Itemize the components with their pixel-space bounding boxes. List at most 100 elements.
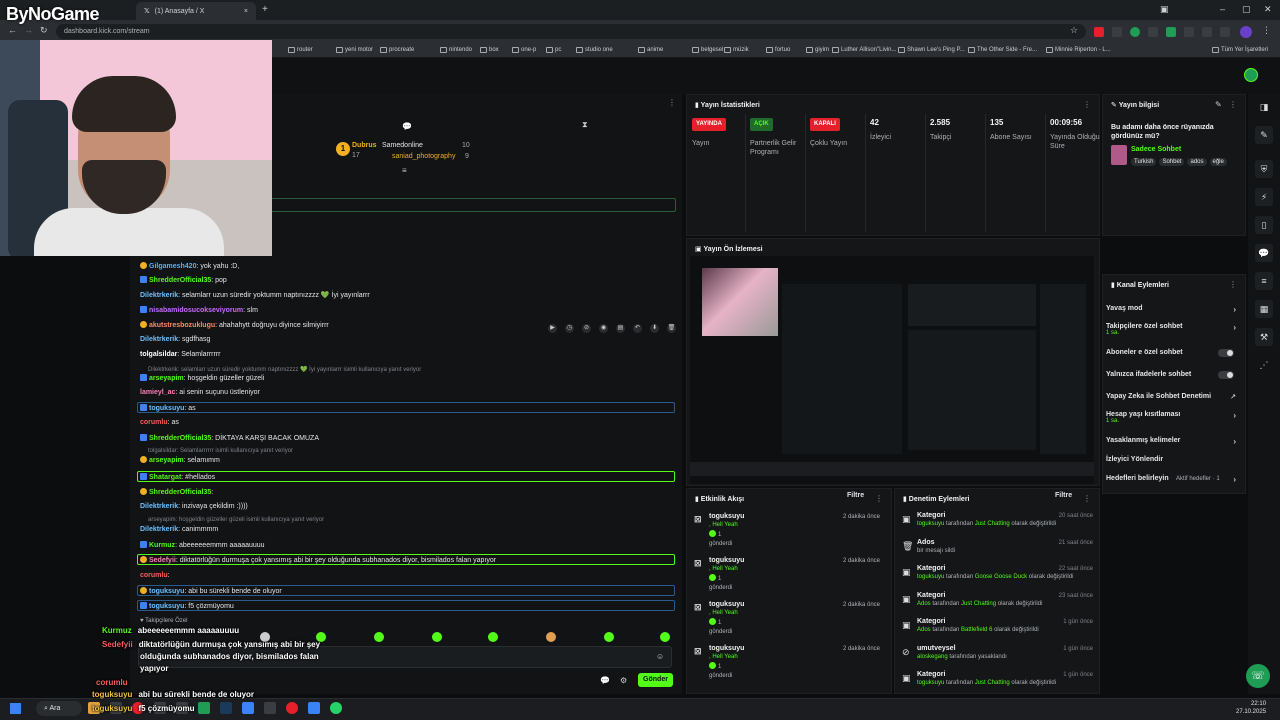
extensions-puzzle-icon[interactable]: [1202, 27, 1212, 37]
chat-message[interactable]: tolgalsildar: Selamlarrrrrr: [140, 351, 221, 358]
chat-settings-icon[interactable]: 💬: [600, 676, 610, 685]
bookmark-item[interactable]: belgesel: [692, 44, 723, 56]
chat-username[interactable]: toguksuyu: [149, 588, 184, 595]
chat-message[interactable]: Dilektrkerik: canimmmm: [140, 526, 218, 533]
channel-action-item[interactable]: Yapay Zeka ile Sohbet Denetimi ↗: [1106, 393, 1240, 401]
emote-icon[interactable]: [604, 632, 614, 642]
chat-message[interactable]: ShredderOfficial35:: [140, 488, 213, 496]
moderation-item[interactable]: Kategori Ados tarafından Battlefield 6 ol…: [917, 618, 1093, 634]
tag[interactable]: Turkish: [1131, 158, 1157, 166]
menu-icon[interactable]: ⋮: [1262, 25, 1271, 36]
activity-user[interactable]: toguksuyu: [709, 512, 744, 521]
chevron-right-icon[interactable]: ›: [1233, 323, 1236, 332]
channel-action-item[interactable]: Hesap yaşı kısıtlaması 1 sa. ›: [1106, 411, 1240, 424]
chat-username[interactable]: Dilektrkerik: [140, 526, 178, 533]
chat-message[interactable]: Dilektrkerik: inzivaya çekildim :)))): [140, 503, 248, 510]
chat-message[interactable]: Dilektrkerik: sgdfhasg: [140, 336, 210, 343]
close-window-icon[interactable]: ✕: [1264, 4, 1272, 15]
donor-name[interactable]: Dubrus: [352, 142, 377, 149]
panel-menu-icon[interactable]: ⋮: [1229, 100, 1237, 109]
chevron-right-icon[interactable]: ›: [1233, 437, 1236, 446]
chat-username[interactable]: arseyapim: [149, 457, 184, 464]
chevron-right-icon[interactable]: ›: [1233, 305, 1236, 314]
chat-message[interactable]: Gilgamesh420: yok yahu :D,: [140, 262, 239, 270]
browser-tab-x[interactable]: 𝕏 (1) Anasayfa / X ×: [136, 2, 256, 20]
chat-message[interactable]: toguksuyu: f5 çözmüyomu: [140, 602, 234, 610]
bookmark-item[interactable]: giyim: [806, 44, 829, 56]
bookmark-item[interactable]: one-p: [512, 44, 536, 56]
channel-action-item[interactable]: Yavaş mod ›: [1106, 305, 1240, 314]
external-link-icon[interactable]: ↗: [1230, 393, 1236, 401]
bookmark-item[interactable]: procreate: [380, 44, 414, 56]
forward-icon[interactable]: →: [24, 25, 33, 35]
chat-menu-icon[interactable]: ⋮: [668, 98, 676, 107]
emote-icon[interactable]: [374, 632, 384, 642]
emote-icon[interactable]: [660, 632, 670, 642]
mod-target[interactable]: Goose Goose Duck: [975, 574, 1027, 580]
bookmark-item[interactable]: The Other Side - Fre...: [968, 44, 1037, 56]
moderation-item[interactable]: Kategori toguksuyu tarafından Just Chatti…: [917, 512, 1093, 528]
emote-icon[interactable]: [488, 632, 498, 642]
bookmark-item[interactable]: yeni motor: [336, 44, 373, 56]
timer-icon[interactable]: ⧗: [582, 120, 588, 130]
mod-target[interactable]: Battlefield 6: [961, 627, 992, 633]
tag[interactable]: ados: [1187, 158, 1207, 166]
trash-icon[interactable]: ▯: [1255, 216, 1273, 234]
toggle-switch[interactable]: [1218, 371, 1234, 379]
clock[interactable]: 22:10 27.10.2025: [1236, 700, 1266, 716]
chat-username[interactable]: akutstresbozuklugu: [149, 322, 215, 329]
mod-target[interactable]: Just Chatting: [961, 601, 996, 607]
support-chat-button[interactable]: ☏: [1246, 664, 1270, 688]
chat-username[interactable]: toguksuyu: [149, 405, 184, 412]
all-bookmarks[interactable]: Tüm Yer İşaretleri: [1212, 44, 1268, 56]
emote-icon[interactable]: [432, 632, 442, 642]
activity-user[interactable]: toguksuyu: [709, 644, 744, 653]
preview-video[interactable]: [690, 256, 1094, 484]
obs-icon[interactable]: [286, 702, 298, 714]
channel-action-item[interactable]: Yasaklanmış kelimeler ›: [1106, 437, 1240, 446]
chat-message[interactable]: Dilektrkerik: selamlarr uzun süredir yok…: [140, 291, 370, 299]
user-avatar[interactable]: [1244, 68, 1258, 82]
filter-button[interactable]: Filtre: [847, 492, 864, 499]
send-button[interactable]: Gönder: [638, 673, 673, 687]
panel-menu-icon[interactable]: ⋮: [875, 494, 883, 503]
chat-username[interactable]: Shatargat: [149, 474, 181, 481]
profile-icon[interactable]: ▣: [1160, 4, 1169, 15]
pin-icon[interactable]: ⬇: [650, 323, 659, 333]
chat-username[interactable]: Sedefyii: [149, 557, 176, 564]
bookmark-item[interactable]: studio one: [576, 44, 613, 56]
edit-icon[interactable]: ✎: [1215, 100, 1222, 109]
mod-actor[interactable]: toguksuyu: [917, 680, 944, 686]
bookmark-item[interactable]: müzik: [724, 44, 749, 56]
app-icon[interactable]: [264, 702, 276, 714]
tag[interactable]: Sohbet: [1159, 158, 1185, 166]
moderation-item[interactable]: Kategori toguksuyu tarafından Goose Goose…: [917, 565, 1093, 581]
chat-message[interactable]: toguksuyu: abi bu sürekli bende de oluyo…: [140, 587, 282, 595]
pin-icon[interactable]: ◉: [599, 323, 608, 333]
sidebar-icon[interactable]: [1220, 27, 1230, 37]
timeout-icon[interactable]: ◷: [565, 323, 574, 333]
chat-username[interactable]: corumlu: [140, 419, 168, 426]
chat-message[interactable]: arseyapim: hoşgeldin güzeller güzeli: [140, 374, 264, 382]
play-icon[interactable]: ▶: [548, 323, 557, 333]
chat-username[interactable]: ShredderOfficial35: [149, 489, 211, 496]
chat-message[interactable]: Kurmuz: abeeeeeemmm aaaaauuuu: [140, 541, 265, 549]
chat-message[interactable]: corumlu:: [140, 572, 170, 579]
chat-username[interactable]: toguksuyu: [149, 603, 184, 610]
chevron-right-icon[interactable]: ›: [1233, 475, 1236, 484]
app-icon[interactable]: [308, 702, 320, 714]
bookmark-item[interactable]: pc: [546, 44, 561, 56]
activity-user[interactable]: toguksuyu: [709, 556, 744, 565]
wrench-icon[interactable]: ⚒: [1255, 328, 1273, 346]
emote-icon[interactable]: [546, 632, 556, 642]
chat-message[interactable]: corumlu: as: [140, 419, 179, 426]
expand-icon[interactable]: ◨: [1255, 98, 1273, 116]
moderation-item[interactable]: Kategori Ados tarafından Just Chatting ol…: [917, 592, 1093, 608]
new-tab-icon[interactable]: +: [262, 4, 268, 15]
chat-username[interactable]: Dilektrkerik: [140, 292, 178, 299]
panel-menu-icon[interactable]: ⋮: [1083, 494, 1091, 503]
list-icon[interactable]: ≡: [1255, 272, 1273, 290]
channel-action-item[interactable]: Yalnızca ifadelerle sohbet: [1106, 371, 1240, 379]
url-input[interactable]: dashboard.kick.com/stream: [56, 24, 1086, 39]
toggle-switch[interactable]: [1218, 349, 1234, 357]
